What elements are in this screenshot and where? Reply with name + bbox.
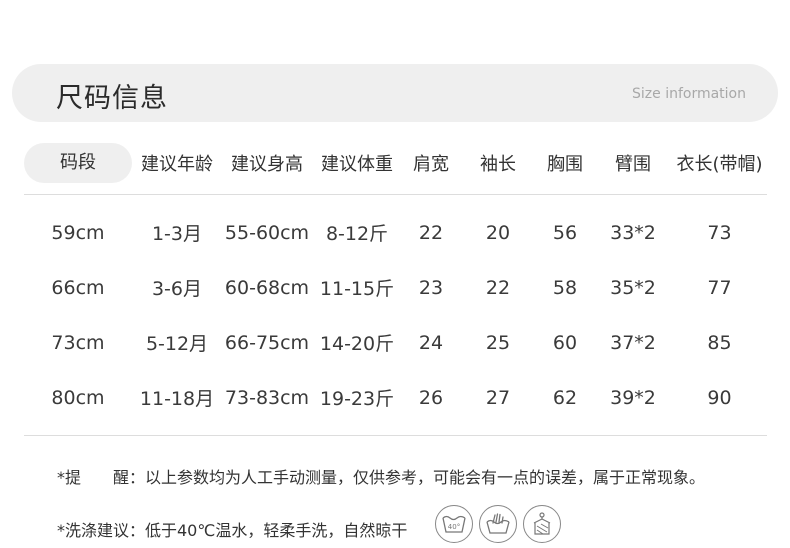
column-header-shoulder: 肩宽 [413, 154, 449, 175]
column-header-age: 建议年龄 [141, 154, 213, 175]
cell-sleeve: 27 [485, 386, 511, 409]
cell-height: 73-83cm [224, 386, 310, 409]
header-bar: 尺码信息 Size information [12, 64, 778, 122]
cell-size: 59cm [51, 221, 105, 244]
cell-length: 85 [707, 331, 732, 354]
column-header-sleeve: 袖长 [480, 154, 516, 175]
table-divider-bottom [24, 435, 767, 436]
hang-dry-icon [523, 505, 561, 543]
table-row: 66cm 3-6月 60-68cm 11-15斤 23 22 58 35*2 7… [24, 260, 767, 315]
cell-length: 90 [707, 386, 732, 409]
care-icons: 40° [435, 505, 561, 543]
cell-shoulder: 26 [418, 386, 444, 409]
cell-age: 3-6月 [151, 278, 203, 300]
cell-weight: 19-23斤 [319, 388, 395, 410]
table-body: 59cm 1-3月 55-60cm 8-12斤 22 20 56 33*2 73… [24, 195, 767, 435]
wash-40-icon: 40° [435, 505, 473, 543]
cell-age: 1-3月 [151, 223, 203, 245]
cell-weight: 8-12斤 [325, 223, 389, 245]
cell-chest: 60 [552, 331, 578, 354]
table-row: 73cm 5-12月 66-75cm 14-20斤 24 25 60 37*2 … [24, 315, 767, 370]
cell-chest: 58 [552, 276, 578, 299]
cell-length: 77 [707, 276, 732, 299]
cell-weight: 14-20斤 [319, 333, 395, 355]
column-header-size: 码段 [24, 143, 132, 183]
cell-size: 73cm [51, 331, 105, 354]
cell-arm: 37*2 [610, 331, 656, 354]
cell-chest: 56 [552, 221, 578, 244]
cell-length: 73 [707, 221, 732, 244]
page-subtitle: Size information [632, 86, 746, 102]
cell-arm: 35*2 [610, 276, 656, 299]
table-row: 59cm 1-3月 55-60cm 8-12斤 22 20 56 33*2 73 [24, 205, 767, 260]
hand-wash-icon [479, 505, 517, 543]
cell-age: 11-18月 [139, 388, 215, 410]
column-header-height: 建议身高 [231, 154, 303, 175]
cell-arm: 33*2 [610, 221, 656, 244]
cell-height: 55-60cm [224, 221, 310, 244]
cell-sleeve: 25 [485, 331, 511, 354]
wash-temperature-label: 40° [448, 523, 460, 531]
cell-sleeve: 20 [485, 221, 511, 244]
size-table: 码段 建议年龄 建议身高 建议体重 肩宽 袖长 胸围 臂围 衣长(带帽) 59c… [24, 142, 767, 436]
cell-chest: 62 [552, 386, 578, 409]
cell-sleeve: 22 [485, 276, 511, 299]
table-header-row: 码段 建议年龄 建议身高 建议体重 肩宽 袖长 胸围 臂围 衣长(带帽) [24, 142, 767, 184]
cell-weight: 11-15斤 [319, 278, 395, 300]
cell-arm: 39*2 [610, 386, 656, 409]
cell-height: 60-68cm [224, 276, 310, 299]
wash-advice: *洗涤建议：低于40℃温水，轻柔手洗，自然晾干 [57, 521, 408, 540]
cell-size: 80cm [51, 386, 105, 409]
cell-shoulder: 24 [418, 331, 444, 354]
cell-size: 66cm [51, 276, 105, 299]
column-header-weight: 建议体重 [321, 154, 393, 175]
cell-age: 5-12月 [145, 333, 209, 355]
column-header-arm: 臂围 [615, 154, 651, 175]
table-row: 80cm 11-18月 73-83cm 19-23斤 26 27 62 39*2… [24, 370, 767, 425]
page-title: 尺码信息 [56, 83, 168, 114]
column-header-chest: 胸围 [547, 154, 583, 175]
column-header-length: 衣长(带帽) [676, 154, 763, 175]
measurement-reminder: *提 醒：以上参数均为人工手动测量，仅供参考，可能会有一点的误差，属于正常现象。 [57, 468, 706, 487]
cell-height: 66-75cm [224, 331, 310, 354]
cell-shoulder: 23 [418, 276, 444, 299]
cell-shoulder: 22 [418, 221, 444, 244]
